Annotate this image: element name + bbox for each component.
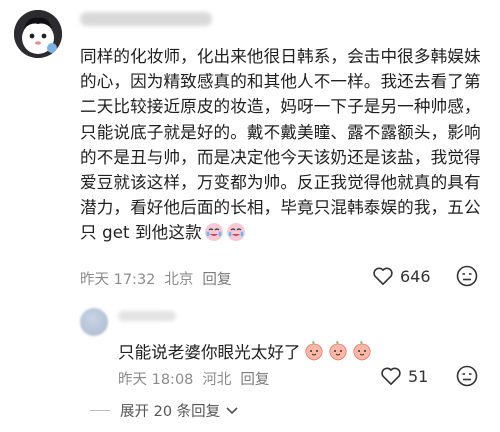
- reply-body: 只能说老婆你眼光太好了: [118, 343, 301, 362]
- peach-emoji: [352, 341, 371, 361]
- comment-body: 同样的化妆师，化出来他很日韩系，会击中很多韩娱妹的心，因为精致感真的和其他人不一…: [80, 47, 481, 243]
- comment-time: 昨天 17:32: [80, 272, 156, 288]
- chevron-down-icon: [226, 406, 238, 414]
- heart-outline-icon: [373, 267, 393, 285]
- dislike-face-icon: [456, 365, 478, 387]
- commenter-name-redacted[interactable]: [80, 12, 212, 26]
- reply-dislike-button[interactable]: [456, 365, 478, 387]
- comment-meta: 昨天 17:32 北京 回复: [80, 268, 240, 289]
- reply-meta: 昨天 18:08 河北 回复: [118, 368, 278, 389]
- reply-time: 昨天 18:08: [118, 372, 194, 388]
- comment-location: 北京: [164, 272, 194, 288]
- crying-laugh-emoji: [226, 223, 245, 242]
- heart-outline-icon: [381, 367, 401, 385]
- dislike-face-icon: [456, 265, 478, 287]
- reply-like-count: 51: [408, 366, 429, 386]
- comment-reply-button[interactable]: 回复: [202, 272, 231, 288]
- reply-name-redacted[interactable]: [118, 311, 176, 321]
- peach-emoji: [328, 341, 347, 361]
- comment-like-button[interactable]: 646: [372, 266, 431, 286]
- expand-replies-label: 展开 20 条回复: [120, 404, 221, 420]
- comment-like-count: 646: [400, 266, 431, 286]
- comment-dislike-button[interactable]: [456, 265, 478, 287]
- reply-reply-button[interactable]: 回复: [240, 372, 269, 388]
- reply-location: 河北: [202, 372, 232, 388]
- reply-like-button[interactable]: 51: [380, 366, 428, 386]
- expand-replies-button[interactable]: 展开 20 条回复: [90, 400, 238, 421]
- reply-text: 只能说老婆你眼光太好了: [118, 339, 373, 363]
- comment-text: 同样的化妆师，化出来他很日韩系，会击中很多韩娱妹的心，因为精致感真的和其他人不一…: [80, 44, 492, 246]
- crying-laugh-emoji: [204, 223, 223, 242]
- expand-divider: [90, 410, 110, 411]
- reply-avatar[interactable]: [80, 308, 108, 336]
- peach-emoji: [304, 341, 323, 361]
- commenter-avatar[interactable]: [14, 10, 62, 58]
